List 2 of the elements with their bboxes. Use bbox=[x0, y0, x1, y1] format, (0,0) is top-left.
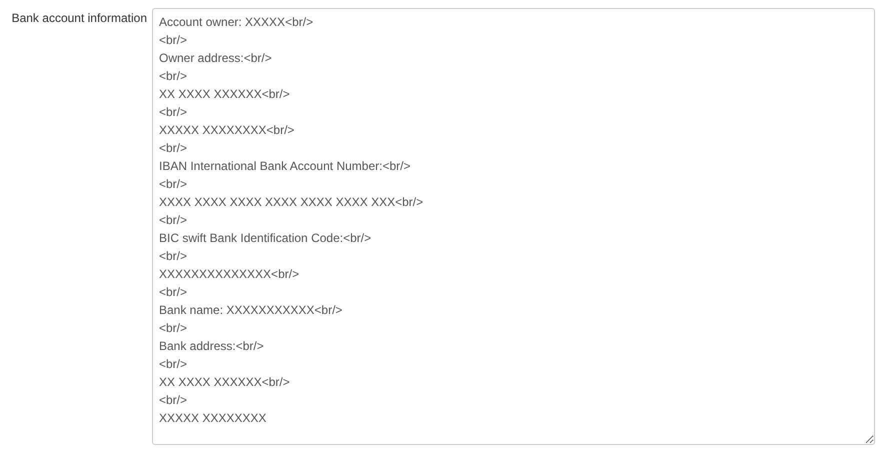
field-label: Bank account information bbox=[10, 10, 147, 27]
text-area-field[interactable]: Account owner: XXXXX<br/> <br/> Owner address:<br/> <br/> XX XXXX XXXXXX<br/> <br/> XXXXX XXXXXXXX<br/> <br/> IBAN International Bank Account Number:<br/> <br/> XXXX XXXX XXXX XXXX XXXX XXXX XXX<br/> <br/> BIC swift Bank Identification Code:<br/> <br/> XXXXXXXXXXXXXX<br/> <br/> Bank name: XXXXXXXXXXX<br/> <br/> Bank address:<br/> <br/> XX XXXX XXXXXX<br/> <br/> XXXXX XXXXXXXX bbox=[152, 8, 875, 445]
